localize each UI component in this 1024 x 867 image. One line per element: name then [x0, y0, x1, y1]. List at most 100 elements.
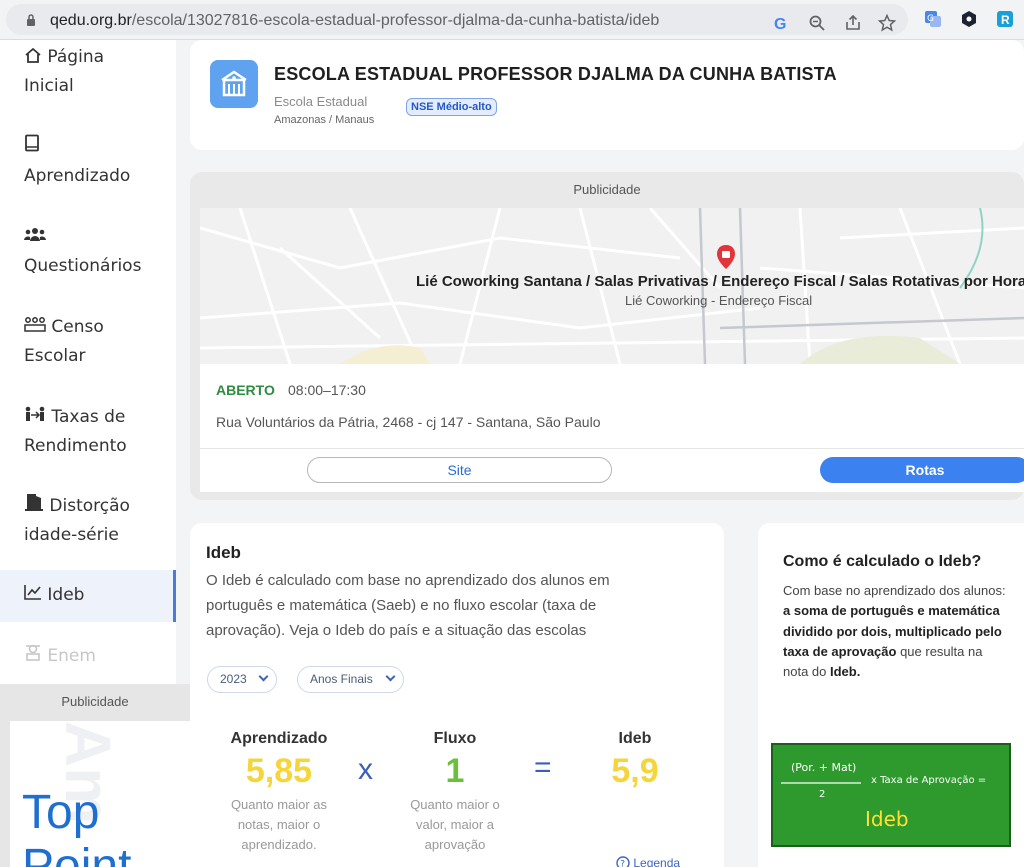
metric-value: 1: [445, 752, 465, 790]
ideb-section-title: Ideb: [206, 543, 241, 562]
sidebar-item-label: Rendimento: [24, 436, 127, 456]
sidebar-item-label: Taxas de: [51, 407, 126, 427]
bookmark-star-icon[interactable]: [878, 14, 896, 32]
browser-toolbar: qedu.org.br/escola/13027816-escola-estad…: [0, 0, 1024, 40]
sidebar-item-ideb[interactable]: Ideb: [24, 581, 84, 610]
sidebar-item-censo-escolar[interactable]: Censo Escolar: [24, 313, 104, 371]
door-icon: [25, 494, 43, 511]
opening-hours: 08:00–17:30: [288, 382, 366, 398]
google-icon[interactable]: G: [772, 14, 790, 32]
url-path: /escola/13027816-escola-estadual-profess…: [131, 12, 660, 29]
hexagon-extension-icon[interactable]: [960, 10, 978, 28]
routes-button[interactable]: Rotas: [820, 457, 1024, 483]
year-select[interactable]: 2023: [207, 666, 277, 693]
chevron-down-icon: [258, 671, 269, 682]
divider: [200, 448, 1024, 449]
ad-label: Publicidade: [573, 182, 641, 197]
sidebar-item-label: idade-série: [24, 525, 119, 545]
stage-select-value: Anos Finais: [310, 672, 373, 686]
translate-extension-icon[interactable]: G: [924, 10, 942, 28]
sidebar: Página Inicial Aprendizado Questionários…: [0, 40, 190, 867]
svg-text:G: G: [927, 14, 934, 24]
open-status: ABERTO: [216, 382, 275, 398]
legend-link[interactable]: ? Legenda: [616, 856, 680, 867]
metric-note: Quanto maior as notas, maior o aprendiza…: [230, 797, 328, 852]
school-name: ESCOLA ESTADUAL PROFESSOR DJALMA DA CUNH…: [274, 64, 837, 84]
sidebar-item-label: Página: [47, 47, 105, 67]
stage-select[interactable]: Anos Finais: [297, 666, 404, 693]
chevron-down-icon: [385, 671, 396, 682]
how-text-1: Com base no aprendizado dos alunos:: [783, 583, 1006, 598]
help-icon: ?: [616, 856, 630, 867]
site-button[interactable]: Site: [307, 457, 612, 483]
svg-text:G: G: [774, 16, 786, 32]
sidebar-item-label: Ideb: [47, 585, 85, 605]
formula-operator: x Taxa de Aprovação =: [871, 775, 987, 786]
legend-link-label: Legenda: [633, 856, 681, 867]
sidebar-item-label: Distorção: [49, 496, 130, 516]
sidebar-item-label: Enem: [47, 646, 96, 666]
rates-icon: [25, 406, 45, 421]
sidebar-item-taxas-rendimento[interactable]: Taxas de Rendimento: [24, 403, 127, 461]
formula-denominator: 2: [819, 789, 826, 800]
formula-numerator: (Por. + Mat): [791, 761, 857, 774]
how-calculated-card: Como é calculado o Ideb? Com base no apr…: [758, 523, 1024, 867]
sidebar-item-distorcao[interactable]: Distorção idade-série: [24, 492, 130, 550]
share-icon[interactable]: [844, 14, 862, 32]
sidebar-item-label: Inicial: [24, 76, 74, 96]
svg-text:R: R: [1001, 13, 1010, 27]
svg-text:?: ?: [620, 860, 625, 867]
metric-value: 5,85: [245, 752, 313, 790]
metric-label: Aprendizado: [230, 730, 328, 747]
url-text[interactable]: qedu.org.br/escola/13027816-escola-estad…: [50, 12, 659, 30]
school-header-card: ESCOLA ESTADUAL PROFESSOR DJALMA DA CUNH…: [190, 40, 1024, 150]
place-address: Rua Voluntários da Pátria, 2468 - cj 147…: [216, 414, 601, 430]
url-domain: qedu.org.br: [50, 12, 132, 29]
how-text-bold-2: Ideb.: [830, 664, 861, 680]
sidebar-item-enem[interactable]: Enem: [24, 642, 96, 671]
sidebar-item-aprendizado[interactable]: Aprendizado: [24, 133, 130, 191]
map-view[interactable]: Lié Coworking Santana / Salas Privativas…: [200, 208, 1024, 364]
metric-label: Ideb: [618, 730, 652, 747]
fluxo-metric: Fluxo 1 Quanto maior o valor, maior a ap…: [400, 730, 510, 855]
aprendizado-metric: Aprendizado 5,85 Quanto maior as notas, …: [216, 730, 342, 855]
equals-sign: =: [534, 751, 552, 784]
ad-banner[interactable]: Am Top Point: [10, 721, 190, 867]
ideb-description: O Ideb é calculado com base no aprendiza…: [206, 572, 610, 639]
book-icon: [25, 134, 39, 152]
how-title: Como é calculado o Ideb?: [783, 553, 982, 570]
home-icon: [25, 47, 41, 63]
census-icon: [24, 317, 46, 332]
sidebar-item-pagina-inicial[interactable]: Página Inicial: [24, 43, 104, 101]
formula-chalkboard: (Por. + Mat) 2 x Taxa de Aprovação = Ide…: [771, 743, 1011, 847]
ideb-metric: Ideb 5,9: [590, 730, 680, 791]
map-place-name: Lié Coworking Santana / Salas Privativas…: [416, 273, 1024, 290]
graduation-icon: [26, 644, 40, 661]
map-pin-icon[interactable]: [716, 244, 736, 270]
sidebar-item-label: Questionários: [24, 256, 142, 276]
lock-icon: [27, 14, 35, 26]
ad-headline: Top: [22, 786, 100, 839]
sidebar-item-label: Aprendizado: [24, 166, 131, 186]
ad-label: Publicidade: [61, 694, 129, 709]
school-building-icon: [210, 60, 258, 108]
sidebar-item-label: Censo: [51, 317, 104, 337]
map-advertisement: Publicidade Lié Coworking Santana / Sala…: [190, 172, 1024, 500]
sidebar-item-questionarios[interactable]: Questionários: [24, 223, 141, 281]
chart-line-icon: [24, 585, 41, 600]
address-bar[interactable]: qedu.org.br/escola/13027816-escola-estad…: [6, 4, 908, 35]
people-icon: [24, 228, 46, 241]
nse-badge: NSE Médio-alto: [406, 98, 497, 116]
ideb-card: Ideb O Ideb é calculado com base no apre…: [190, 523, 724, 867]
metric-label: Fluxo: [433, 730, 477, 747]
sidebar-advertisement: Publicidade Am Top Point: [0, 684, 190, 867]
metric-value: 5,9: [611, 752, 659, 790]
r-extension-icon[interactable]: R: [996, 10, 1014, 28]
school-type: Escola Estadual: [274, 94, 368, 109]
formula-result-word: Ideb: [865, 807, 909, 831]
year-select-value: 2023: [220, 672, 247, 686]
school-location: Amazonas / Manaus: [274, 114, 375, 126]
ad-place-info: ABERTO 08:00–17:30 Rua Voluntários da Pá…: [200, 364, 1024, 492]
multiply-sign: x: [358, 753, 373, 786]
zoom-icon[interactable]: [808, 14, 826, 32]
